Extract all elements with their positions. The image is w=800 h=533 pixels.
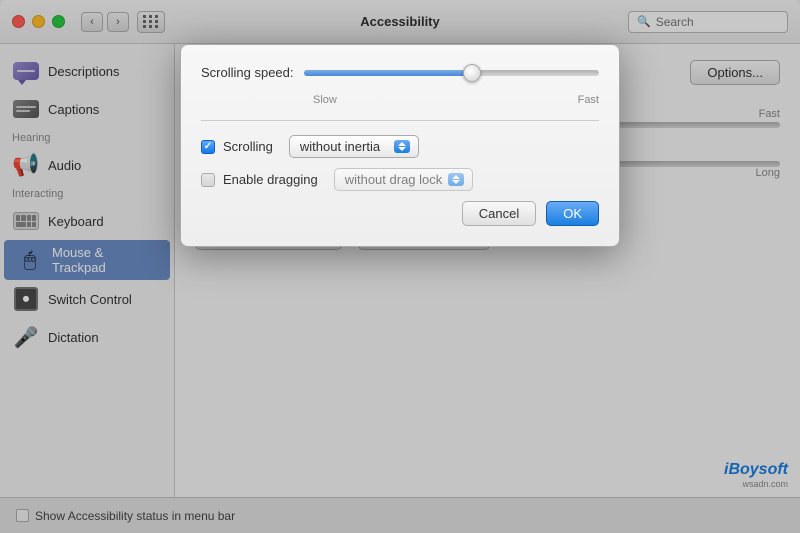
modal-speed-thumb[interactable]	[463, 64, 481, 82]
scrolling-row: ✓ Scrolling without inertia	[201, 135, 599, 158]
scrolling-select[interactable]: without inertia	[289, 135, 419, 158]
select-arrows	[394, 140, 410, 153]
enable-dragging-row: Enable dragging without drag lock	[201, 168, 599, 191]
arrow-down-icon	[398, 147, 406, 151]
modal-slider-labels: Slow Fast	[201, 94, 599, 106]
enable-dragging-checkbox[interactable]	[201, 173, 215, 187]
modal-dialog: Scrolling speed: Slow Fast ✓ Scrolling w…	[180, 44, 620, 247]
modal-overlay: Scrolling speed: Slow Fast ✓ Scrolling w…	[0, 0, 800, 533]
arrow-up-icon	[398, 142, 406, 146]
modal-buttons: Cancel OK	[201, 201, 599, 226]
modal-speed-slider[interactable]	[304, 70, 600, 76]
scrolling-speed-label: Scrolling speed:	[201, 65, 294, 80]
ok-button[interactable]: OK	[546, 201, 599, 226]
cancel-button[interactable]: Cancel	[462, 201, 536, 226]
drag-arrow-down-icon	[452, 180, 460, 184]
scrolling-label: Scrolling	[223, 139, 273, 154]
enable-dragging-label: Enable dragging	[223, 172, 318, 187]
drag-select[interactable]: without drag lock	[334, 168, 474, 191]
drag-option-text: without drag lock	[345, 172, 443, 187]
scrolling-checkbox[interactable]: ✓	[201, 140, 215, 154]
scrolling-option-text: without inertia	[300, 139, 388, 154]
scrolling-speed-row: Scrolling speed:	[201, 65, 599, 80]
drag-select-arrows	[448, 173, 464, 186]
drag-arrow-up-icon	[452, 175, 460, 179]
main-window: ‹ › Accessibility 🔍	[0, 0, 800, 533]
